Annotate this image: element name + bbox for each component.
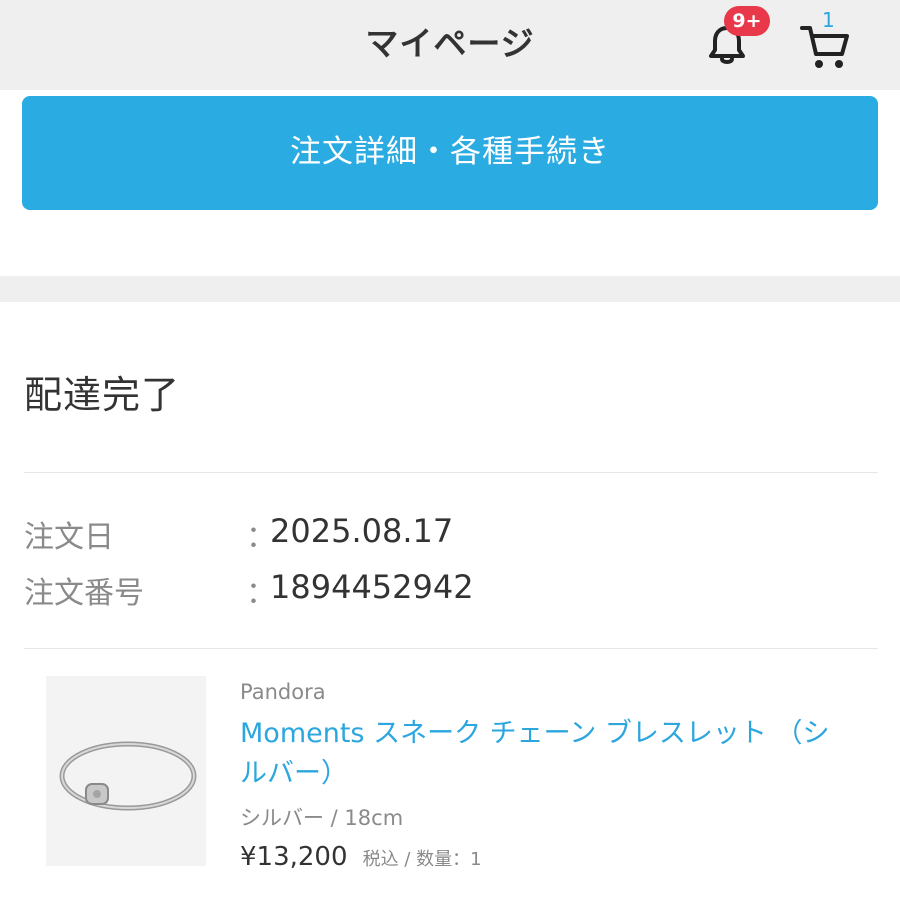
order-date-row: 注文日 ： 2025.08.17 bbox=[24, 512, 884, 558]
order-number-value: 1894452942 bbox=[270, 568, 474, 606]
price-line: ¥13,200 税込 / 数量：1 bbox=[240, 842, 482, 872]
cart-count: 1 bbox=[822, 8, 835, 32]
order-date-label: 注文日 bbox=[24, 520, 114, 555]
order-number-label: 注文番号 bbox=[24, 576, 144, 611]
product-variant: シルバー / 18cm bbox=[240, 806, 404, 830]
bracelet-image bbox=[59, 741, 197, 811]
top-header: マイページ 9+ 1 bbox=[0, 0, 900, 90]
section-divider bbox=[0, 276, 900, 302]
tax-quantity: 税込 / 数量：1 bbox=[362, 849, 482, 870]
divider bbox=[24, 472, 878, 473]
product-brand: Pandora bbox=[240, 680, 326, 704]
product-name-link[interactable]: Moments スネーク チェーン ブレスレット （シルバー） bbox=[240, 714, 840, 794]
product-image[interactable] bbox=[46, 676, 206, 866]
delivery-status: 配達完了 bbox=[24, 373, 181, 417]
order-details-button[interactable]: 注文詳細・各種手続き bbox=[22, 96, 878, 210]
order-date-value: 2025.08.17 bbox=[270, 512, 454, 550]
notification-badge: 9+ bbox=[724, 6, 770, 36]
divider bbox=[24, 648, 878, 649]
order-number-row: 注文番号 ： 1894452942 bbox=[24, 568, 884, 614]
product-price: ¥13,200 bbox=[240, 842, 348, 872]
product-item: Pandora Moments スネーク チェーン ブレスレット （シルバー） … bbox=[0, 650, 900, 900]
